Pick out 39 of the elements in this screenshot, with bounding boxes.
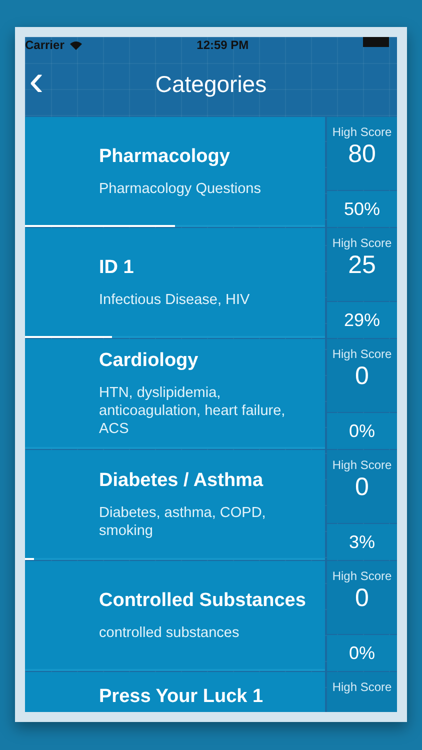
high-score-label: High Score [332,125,392,139]
category-subtitle: Infectious Disease, HIV [99,291,251,309]
high-score-label: High Score [332,347,392,361]
percent-complete: 3% [348,532,375,552]
battery-icon [362,37,389,47]
category-title: Press Your Luck 1 [99,686,264,708]
carrier-label: Carrier [25,39,64,51]
percent-complete: 0% [348,420,375,442]
high-score-label: High Score [332,680,392,694]
high-score-label: High Score [332,458,392,472]
category-title: Pharmacology [99,146,231,168]
high-score-label: High Score [332,236,392,250]
category-subtitle: Pharmacology Questions [99,180,262,198]
screen-title: Categories [155,70,267,96]
high-score-value: 25 [348,250,376,280]
category-row[interactable]: Cardiology HTN, dyslipidemia, anticoagulation, heart failure, ACS [25,339,325,449]
percent-complete: 50% [344,198,380,220]
high-score-value: 0 [355,361,369,391]
category-subtitle: Diabetes, asthma, COPD, smoking [99,504,267,540]
category-row[interactable]: Diabetes / Asthma Diabetes, asthma, COPD, smoking [25,450,325,560]
percent-complete: 0% [348,642,375,664]
category-row[interactable]: Pharmacology Pharmacology Questions [25,117,325,227]
high-score-label: High Score [332,569,392,583]
category-title: Diabetes / Asthma [99,470,264,492]
high-score-value: 0 [355,472,369,502]
wifi-icon [70,40,82,50]
back-button[interactable]: ‹ [25,61,44,107]
category-row[interactable]: Press Your Luck 1 [25,672,325,712]
high-score-value: 80 [348,139,376,169]
category-subtitle: controlled substances [99,624,240,642]
category-row[interactable]: ID 1 Infectious Disease, HIV [25,228,325,338]
high-score-value: 0 [355,583,369,613]
category-title: Controlled Substances [99,590,307,612]
category-subtitle: HTN, dyslipidemia, anticoagulation, heart failure, ACS [99,384,286,438]
category-title: ID 1 [99,257,135,279]
category-title: Cardiology [99,350,200,372]
percent-complete: 29% [344,310,380,330]
status-time: 12:59 PM [196,39,249,51]
category-row[interactable]: Controlled Substances controlled substances [25,561,325,671]
